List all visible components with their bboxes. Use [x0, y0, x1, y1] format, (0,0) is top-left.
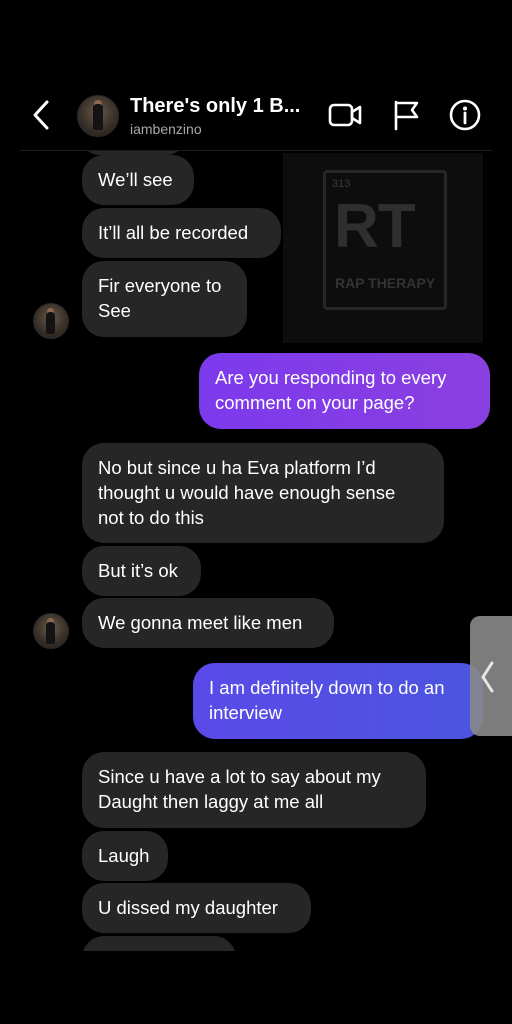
video-camera-icon — [328, 103, 362, 127]
message-bubble-partial[interactable] — [82, 936, 236, 951]
message-text: Fir everyone to — [98, 275, 222, 296]
message-bubble-incoming[interactable]: We gonna meet like men — [82, 598, 334, 648]
chevron-left-icon — [481, 661, 494, 693]
message-text: I am definitely down to do an — [209, 677, 445, 698]
message-bubble-incoming[interactable]: Since u have a lot to say about my Daugh… — [82, 752, 426, 828]
report-button[interactable] — [390, 98, 424, 132]
watermark-number: 313 — [332, 178, 351, 190]
message-text: See — [98, 300, 131, 321]
message-text: thought u would have enough sense — [98, 482, 396, 503]
message-bubble-incoming[interactable]: Fir everyone to See — [82, 261, 247, 337]
message-text: Laugh — [98, 845, 150, 866]
chat-header: There's only 1 B... iambenzino — [0, 0, 512, 150]
message-bubble-incoming[interactable]: U dissed my daughter — [82, 883, 311, 933]
message-text: U dissed my daughter — [98, 897, 278, 918]
message-bubble-outgoing[interactable]: Are you responding to every comment on y… — [199, 353, 490, 429]
message-text: No but since u ha Eva platform I’d — [98, 457, 376, 478]
chevron-left-icon — [33, 100, 49, 130]
message-thread[interactable]: 313 RT RAP THERAPY We’ll see It’ll all b… — [0, 151, 512, 951]
rap-therapy-watermark: 313 RT RAP THERAPY — [283, 153, 483, 343]
back-button[interactable] — [28, 98, 56, 132]
info-icon — [449, 99, 481, 131]
info-button[interactable] — [448, 98, 482, 132]
sender-avatar[interactable] — [33, 613, 69, 649]
message-text: But it’s ok — [98, 560, 178, 581]
message-bubble-incoming[interactable]: We’ll see — [82, 155, 194, 205]
message-text: comment on your page? — [215, 392, 415, 413]
conversation-title[interactable]: There's only 1 B... — [130, 95, 300, 118]
message-text: We gonna meet like men — [98, 612, 303, 633]
message-text: We’ll see — [98, 169, 173, 190]
flag-icon — [394, 100, 419, 131]
message-text: Daught then laggy at me all — [98, 791, 324, 812]
bottom-area — [0, 951, 512, 1024]
conversation-username[interactable]: iambenzino — [130, 121, 202, 137]
message-text: not to do this — [98, 507, 204, 528]
profile-avatar[interactable] — [77, 95, 119, 137]
watermark-label: RAP THERAPY — [334, 275, 436, 291]
sender-avatar[interactable] — [33, 303, 69, 339]
watermark-letters: RT — [334, 192, 416, 261]
message-bubble-incoming[interactable]: No but since u ha Eva platform I’d thoug… — [82, 443, 444, 543]
message-bubble-incoming[interactable]: It’ll all be recorded — [82, 208, 281, 258]
message-text: Since u have a lot to say about my — [98, 766, 381, 787]
message-text: Are you responding to every — [215, 367, 447, 388]
message-bubble-incoming[interactable]: Laugh — [82, 831, 168, 881]
side-panel-handle[interactable] — [470, 616, 512, 736]
message-bubble-incoming[interactable]: But it’s ok — [82, 546, 201, 596]
message-text: interview — [209, 702, 282, 723]
message-bubble-outgoing[interactable]: I am definitely down to do an interview — [193, 663, 483, 739]
message-text: It’ll all be recorded — [98, 222, 249, 243]
video-call-button[interactable] — [328, 98, 362, 132]
